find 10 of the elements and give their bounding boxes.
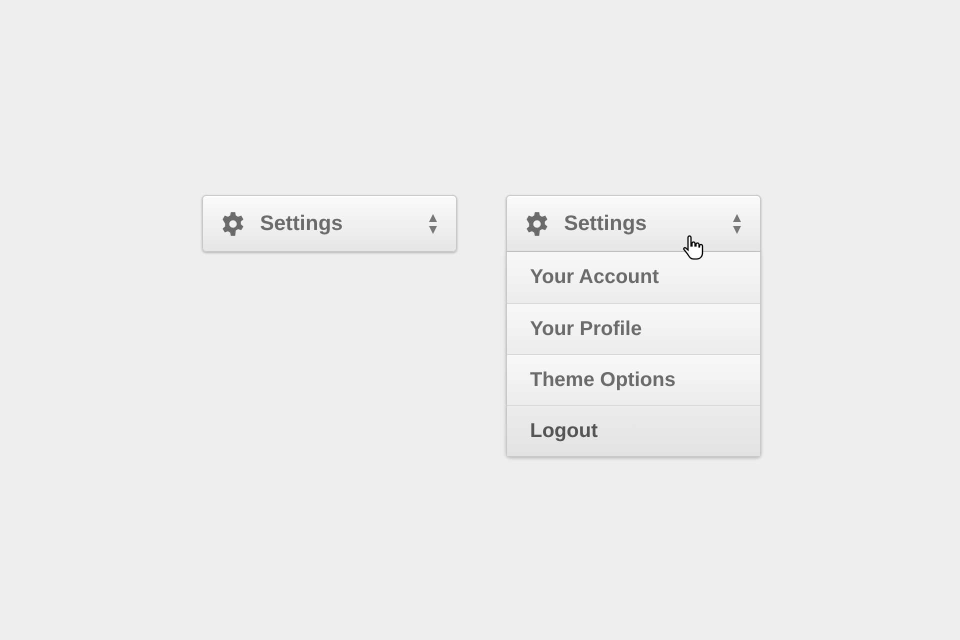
menu-item[interactable]: Your Account (507, 252, 760, 303)
menu-item[interactable]: Logout (507, 405, 760, 456)
gear-icon (524, 210, 550, 236)
settings-dropdown[interactable]: Settings (506, 195, 761, 252)
gear-icon (220, 210, 246, 236)
menu-item[interactable]: Theme Options (507, 354, 760, 405)
up-down-arrows-icon (428, 212, 438, 234)
settings-dropdown[interactable]: Settings (202, 195, 457, 252)
menu-item[interactable]: Your Profile (507, 303, 760, 354)
up-down-arrows-icon (732, 212, 742, 234)
